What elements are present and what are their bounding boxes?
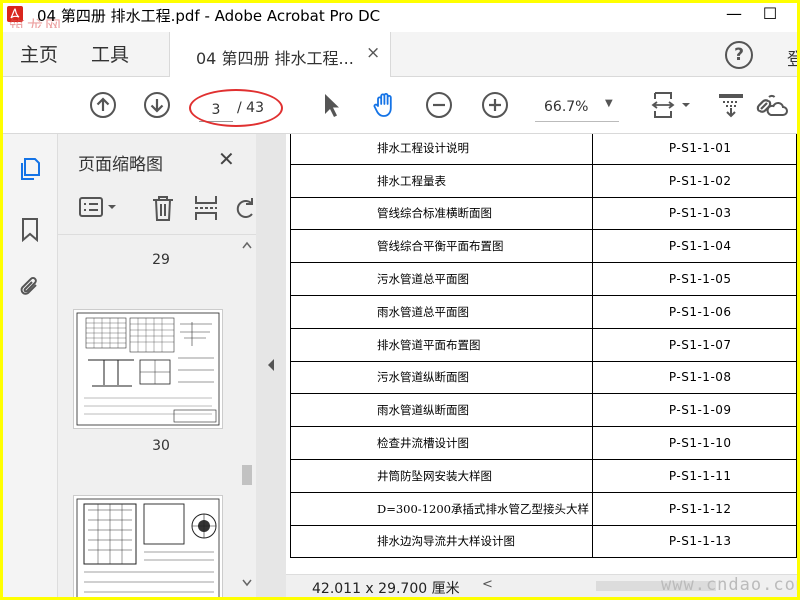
drawing-code-cell: P-S1-1-11 xyxy=(591,458,797,493)
table-row: D=300-1200承插式排水管乙型接头大样 P-S1-1-12 xyxy=(290,491,797,526)
drawing-code-cell: P-S1-1-02 xyxy=(591,163,797,198)
drawing-name-cell: 雨水管道纵断面图 xyxy=(290,393,593,428)
drawing-name-cell: 排水管道平面布置图 xyxy=(290,327,593,362)
collapse-panel-icon[interactable] xyxy=(266,358,276,372)
drawing-name-cell: 排水工程量表 xyxy=(290,163,593,198)
red-highlight-annotation xyxy=(189,89,283,127)
table-row: 检查井流槽设计图 P-S1-1-10 xyxy=(290,426,797,460)
drawing-code-cell: P-S1-1-03 xyxy=(591,196,797,231)
drawing-code-cell: P-S1-1-07 xyxy=(591,327,797,362)
zoom-out-icon[interactable] xyxy=(425,91,453,119)
drawing-index-table: 排水工程设计说明 P-S1-1-01 排水工程量表 P-S1-1-02 管线综合标准横断… xyxy=(290,134,797,559)
document-view[interactable]: 排水工程设计说明 P-S1-1-01 排水工程量表 P-S1-1-02 管线综合标准横断… xyxy=(286,134,797,574)
drawing-name-cell: 污水管道总平面图 xyxy=(290,262,593,296)
page-thumbnails-panel: 页面缩略图 ✕ 29 30 xyxy=(58,134,256,597)
hand-tool-icon[interactable] xyxy=(371,91,399,119)
tools-menu-link[interactable]: 工具 xyxy=(91,40,129,67)
drawing-name-cell: 排水工程设计说明 xyxy=(290,134,593,165)
link-cloud-icon[interactable] xyxy=(755,91,789,119)
delete-icon[interactable] xyxy=(150,194,176,222)
document-tab[interactable]: 04 第四册 排水工程... × xyxy=(169,32,391,77)
menu-tab-bar: 主页 工具 04 第四册 排水工程... × ? 登 xyxy=(3,28,797,77)
maximize-button[interactable]: ☐ xyxy=(755,3,785,27)
scrollbar-thumb[interactable] xyxy=(242,465,252,485)
drawing-code-cell: P-S1-1-01 xyxy=(591,134,797,165)
thumbnail-drawing xyxy=(76,312,220,426)
scroll-up-icon[interactable] xyxy=(242,241,252,249)
drawing-name-cell: D=300-1200承插式排水管乙型接头大样 xyxy=(290,491,593,526)
drawing-name-cell: 污水管道纵断面图 xyxy=(290,360,593,395)
drawing-code-cell: P-S1-1-06 xyxy=(591,294,797,329)
title-bar: 筑龙网 04 第四册 排水工程.pdf - Adobe Acrobat Pro … xyxy=(3,3,797,36)
table-row: 管线综合标准横断面图 P-S1-1-03 xyxy=(290,196,797,231)
zoom-level-select[interactable]: 66.7% ▼ xyxy=(535,95,619,122)
table-row: 排水管道平面布置图 P-S1-1-07 xyxy=(290,327,797,362)
drawing-code-cell: P-S1-1-04 xyxy=(591,229,797,264)
thumbnail-page-label: 30 xyxy=(152,438,170,454)
rotate-page-icon[interactable] xyxy=(234,194,256,222)
attachment-icon[interactable] xyxy=(17,274,43,300)
minimize-button[interactable]: — xyxy=(719,3,749,27)
drawing-code-cell: P-S1-1-05 xyxy=(591,262,797,296)
table-row: 污水管道总平面图 P-S1-1-05 xyxy=(290,262,797,296)
panel-splitter[interactable] xyxy=(256,134,286,597)
thumbnail-drawing xyxy=(76,498,220,597)
drawing-code-cell: P-S1-1-13 xyxy=(591,524,797,559)
page-size-label: 42.011 x 29.700 厘米 xyxy=(312,581,460,597)
arrow-up-circle-icon[interactable] xyxy=(89,91,117,119)
table-row: 雨水管道纵断面图 P-S1-1-09 xyxy=(290,393,797,428)
chevron-down-icon: ▼ xyxy=(605,98,613,109)
main-toolbar: 3 / 43 66.7% ▼ xyxy=(3,77,797,134)
drawing-name-cell: 检查井流槽设计图 xyxy=(290,426,593,460)
thumbnail-scrollbar[interactable] xyxy=(238,235,256,597)
left-navigation-rail xyxy=(3,134,58,597)
table-row: 污水管道纵断面图 P-S1-1-08 xyxy=(290,360,797,395)
zoom-in-icon[interactable] xyxy=(481,91,509,119)
bookmark-icon[interactable] xyxy=(17,216,43,242)
scroll-mode-icon[interactable] xyxy=(717,91,745,119)
scroll-left-icon[interactable]: < xyxy=(482,577,493,592)
drawing-name-cell: 排水边沟导流井大样设计图 xyxy=(290,524,593,559)
site-watermark: www.cndao.com xyxy=(661,575,797,595)
panel-title: 页面缩略图 xyxy=(78,155,163,175)
acrobat-window: 筑龙网 04 第四册 排水工程.pdf - Adobe Acrobat Pro … xyxy=(3,3,797,597)
arrow-down-circle-icon[interactable] xyxy=(143,91,171,119)
zoom-level-value: 66.7% xyxy=(544,99,589,115)
table-row: 排水工程量表 P-S1-1-02 xyxy=(290,163,797,198)
drawing-name-cell: 雨水管道总平面图 xyxy=(290,294,593,329)
document-tab-label: 04 第四册 排水工程... xyxy=(196,49,354,68)
window-title: 04 第四册 排水工程.pdf - Adobe Acrobat Pro DC xyxy=(37,7,381,25)
page-thumbnail-30[interactable] xyxy=(73,309,223,429)
table-row: 排水边沟导流井大样设计图 P-S1-1-13 xyxy=(290,524,797,559)
scroll-down-icon[interactable] xyxy=(242,579,252,587)
drawing-code-cell: P-S1-1-08 xyxy=(591,360,797,395)
page-display-icon[interactable] xyxy=(651,91,695,119)
thumbnail-list: 29 30 xyxy=(58,235,238,597)
page-thumbnail-31[interactable] xyxy=(73,495,223,597)
drawing-code-cell: P-S1-1-09 xyxy=(591,393,797,428)
drawing-name-cell: 井筒防坠网安装大样图 xyxy=(290,458,593,493)
home-menu-link[interactable]: 主页 xyxy=(20,40,58,67)
table-row: 雨水管道总平面图 P-S1-1-06 xyxy=(290,294,797,329)
drawing-name-cell: 管线综合平衡平面布置图 xyxy=(290,229,593,264)
thumbnail-page-label: 29 xyxy=(152,252,170,268)
close-tab-icon[interactable]: × xyxy=(366,43,380,63)
table-row: 井筒防坠网安装大样图 P-S1-1-11 xyxy=(290,458,797,493)
help-icon[interactable]: ? xyxy=(725,41,753,69)
table-row: 管线综合平衡平面布置图 P-S1-1-04 xyxy=(290,229,797,264)
drawing-code-cell: P-S1-1-12 xyxy=(591,491,797,526)
panel-toolbar xyxy=(76,192,256,224)
drawing-code-cell: P-S1-1-10 xyxy=(591,426,797,460)
close-panel-icon[interactable]: ✕ xyxy=(218,147,235,171)
table-row: 排水工程设计说明 P-S1-1-01 xyxy=(290,134,797,165)
page-thumbnails-icon[interactable] xyxy=(17,156,43,182)
insert-page-icon[interactable] xyxy=(192,194,220,222)
select-arrow-icon[interactable] xyxy=(317,91,345,119)
sign-in-link[interactable]: 登 xyxy=(787,45,797,70)
options-menu-icon[interactable] xyxy=(78,196,122,220)
drawing-name-cell: 管线综合标准横断面图 xyxy=(290,196,593,231)
